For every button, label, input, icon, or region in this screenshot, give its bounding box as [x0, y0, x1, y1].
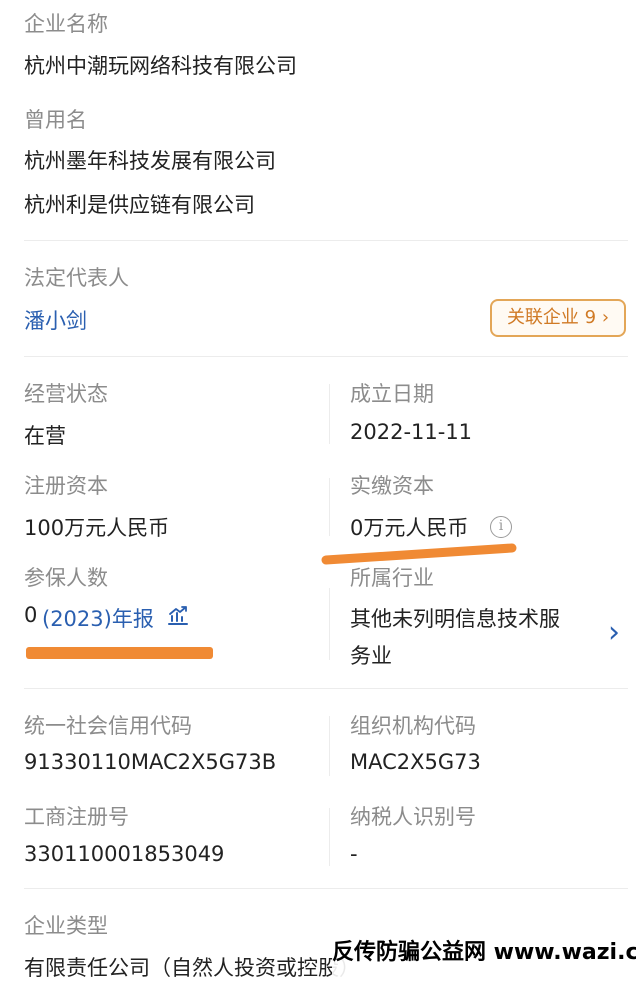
column-divider: [329, 384, 330, 444]
operating-status-label: 经营状态: [24, 382, 108, 406]
former-name-1: 杭州墨年科技发展有限公司: [24, 149, 276, 173]
tax-id-value: -: [350, 842, 358, 866]
trend-chart-icon[interactable]: [166, 605, 190, 627]
column-divider: [329, 716, 330, 776]
registered-capital-value: 100万元人民币: [24, 516, 170, 540]
registered-capital-label: 注册资本: [24, 474, 108, 498]
business-reg-label: 工商注册号: [24, 805, 129, 829]
info-icon[interactable]: i: [490, 516, 512, 538]
legal-rep-name-link[interactable]: 潘小剑: [24, 305, 87, 335]
paid-capital-label: 实缴资本: [350, 474, 434, 498]
org-code-value: MAC2X5G73: [350, 750, 481, 774]
insured-count-value: 0: [24, 603, 38, 627]
related-companies-button[interactable]: 关联企业 9 ›: [490, 299, 626, 337]
related-companies-label: 关联企业 9: [506, 307, 597, 328]
industry-value-line1: 其他未列明信息技术服: [350, 607, 560, 631]
watermark: 反传防骗公益网 www.wazi.cc: [332, 932, 636, 979]
chevron-right-icon: ›: [601, 307, 610, 328]
industry-value-line2: 务业: [350, 644, 392, 668]
former-name-2: 杭州利是供应链有限公司: [24, 193, 255, 217]
column-divider: [329, 478, 330, 536]
divider: [24, 688, 628, 689]
column-divider: [329, 808, 330, 866]
founded-date-value: 2022-11-11: [350, 420, 473, 444]
former-names-label: 曾用名: [24, 108, 87, 132]
company-name-label: 企业名称: [24, 12, 108, 36]
highlight-stroke-paid-capital: [321, 543, 517, 565]
founded-date-label: 成立日期: [350, 382, 434, 406]
enterprise-type-value: 有限责任公司（自然人投资或控股）: [24, 956, 360, 980]
operating-status-value: 在营: [24, 424, 66, 448]
legal-rep-label: 法定代表人: [24, 266, 129, 290]
chevron-right-icon[interactable]: ›: [608, 618, 620, 648]
tax-id-label: 纳税人识别号: [350, 805, 476, 829]
highlight-stroke-insured: [26, 647, 213, 659]
company-name: 杭州中潮玩网络科技有限公司: [24, 54, 297, 78]
credit-code-value: 91330110MAC2X5G73B: [24, 750, 277, 774]
divider: [24, 888, 628, 889]
divider: [24, 240, 628, 241]
credit-code-label: 统一社会信用代码: [24, 714, 192, 738]
divider: [24, 356, 628, 357]
business-reg-value: 330110001853049: [24, 842, 225, 866]
annual-report-link[interactable]: (2023)年报: [42, 603, 154, 633]
org-code-label: 组织机构代码: [350, 714, 476, 738]
column-divider: [329, 588, 330, 660]
insured-count-label: 参保人数: [24, 566, 108, 590]
enterprise-type-label: 企业类型: [24, 914, 108, 938]
